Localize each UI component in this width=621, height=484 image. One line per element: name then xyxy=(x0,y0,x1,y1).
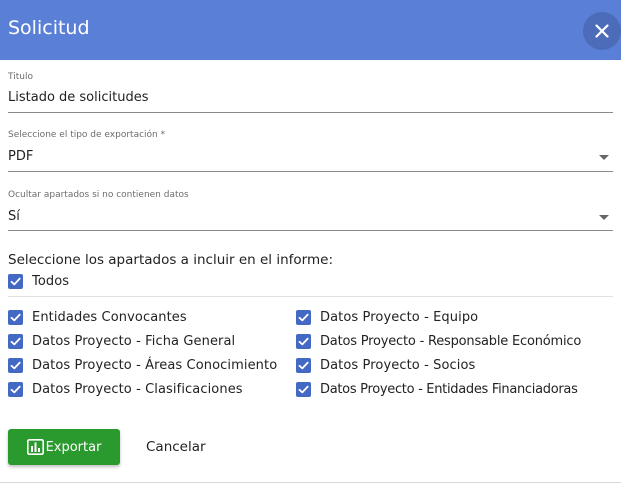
checkbox-entidades-convocantes[interactable]: Entidades Convocantes xyxy=(8,308,187,326)
titulo-label: Titulo xyxy=(8,72,33,82)
dropdown-arrow-icon[interactable] xyxy=(599,215,609,220)
export-button-label: Exportar xyxy=(45,439,102,455)
divider xyxy=(8,296,613,297)
sections-title: Seleccione los apartados a incluir en el… xyxy=(8,252,333,268)
export-dialog: Solicitud Titulo Listado de solicitudes … xyxy=(0,0,621,484)
close-button[interactable] xyxy=(583,12,621,50)
ocultar-apartados-value: Sí xyxy=(8,209,20,224)
cancel-button[interactable]: Cancelar xyxy=(138,429,214,465)
checkbox-label: Entidades Convocantes xyxy=(32,309,187,325)
checkbox-label: Datos Proyecto - Equipo xyxy=(320,309,479,325)
checkbox-checked-icon[interactable] xyxy=(8,333,23,349)
checkbox-ficha-general[interactable]: Datos Proyecto - Ficha General xyxy=(8,332,235,350)
checkbox-checked-icon[interactable] xyxy=(296,309,311,325)
checkbox-label: Datos Proyecto - Áreas Conocimiento xyxy=(32,357,278,373)
checkbox-checked-icon[interactable] xyxy=(8,357,23,373)
tipo-exportacion-select[interactable]: Seleccione el tipo de exportación * PDF xyxy=(8,128,613,172)
checkbox-label: Datos Proyecto - Socios xyxy=(320,357,476,373)
checkbox-label: Datos Proyecto - Entidades Financiadoras xyxy=(320,381,578,397)
dropdown-arrow-icon[interactable] xyxy=(599,155,609,160)
checkbox-checked-icon[interactable] xyxy=(296,333,311,349)
checkbox-checked-icon[interactable] xyxy=(296,381,311,397)
ocultar-apartados-select[interactable]: Ocultar apartados si no contienen datos … xyxy=(8,188,613,231)
checkbox-clasificaciones[interactable]: Datos Proyecto - Clasificaciones xyxy=(8,380,243,398)
titulo-field[interactable]: Titulo Listado de solicitudes xyxy=(8,70,613,113)
bar-chart-icon xyxy=(26,439,44,455)
checkbox-label: Datos Proyecto - Clasificaciones xyxy=(32,381,243,397)
checkbox-checked-icon[interactable] xyxy=(8,309,23,325)
dialog-bottom-border xyxy=(0,482,621,483)
dialog-title: Solicitud xyxy=(8,17,90,39)
dialog-header: Solicitud xyxy=(0,0,621,60)
checkbox-responsable-economico[interactable]: Datos Proyecto - Responsable Económico xyxy=(296,332,581,350)
checkbox-checked-icon[interactable] xyxy=(8,381,23,397)
tipo-exportacion-value: PDF xyxy=(8,149,34,164)
close-icon xyxy=(595,24,609,38)
checkbox-checked-icon[interactable] xyxy=(8,273,23,289)
export-button[interactable]: Exportar xyxy=(8,429,120,465)
checkbox-entidades-financiadoras[interactable]: Datos Proyecto - Entidades Financiadoras xyxy=(296,380,578,398)
checkbox-equipo[interactable]: Datos Proyecto - Equipo xyxy=(296,308,478,326)
checkbox-label: Datos Proyecto - Ficha General xyxy=(32,333,236,349)
checkbox-socios[interactable]: Datos Proyecto - Socios xyxy=(296,356,475,374)
checkbox-areas-conocimiento[interactable]: Datos Proyecto - Áreas Conocimiento xyxy=(8,356,277,374)
checkbox-label: Todos xyxy=(32,273,70,289)
checkbox-checked-icon[interactable] xyxy=(296,357,311,373)
titulo-input[interactable]: Listado de solicitudes xyxy=(8,90,148,105)
checkbox-todos[interactable]: Todos xyxy=(8,272,69,290)
tipo-exportacion-label: Seleccione el tipo de exportación * xyxy=(8,130,166,140)
checkbox-label: Datos Proyecto - Responsable Económico xyxy=(320,333,582,349)
ocultar-apartados-label: Ocultar apartados si no contienen datos xyxy=(8,190,189,200)
